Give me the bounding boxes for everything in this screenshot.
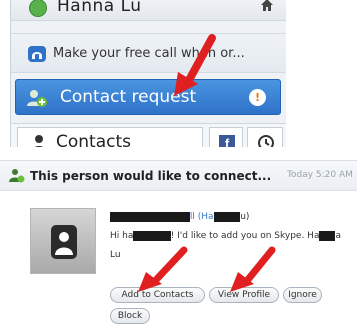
- sidebar-tabs: Contacts f: [11, 123, 286, 147]
- contact-request-label: Contact request: [60, 87, 197, 107]
- contact-request-badge: !: [249, 89, 266, 106]
- request-title: This person would like to connect...: [30, 169, 272, 183]
- add-contact-icon: [9, 169, 25, 183]
- requester-name[interactable]: xxxxxxxxxxxxxxxll (Haxxxxxu): [110, 212, 249, 222]
- facebook-icon: f: [219, 135, 235, 147]
- ignore-button[interactable]: Ignore: [283, 287, 322, 303]
- contact-request-item[interactable]: Contact request !: [15, 79, 281, 115]
- person-icon: [35, 135, 43, 147]
- tab-recent[interactable]: [247, 127, 283, 147]
- request-header: This person would like to connect... Tod…: [0, 161, 357, 191]
- tab-contacts-label: Contacts: [56, 132, 131, 147]
- request-message: Hi haxxxxxxx! I'd like to add you on Sky…: [110, 231, 341, 260]
- skype-sidebar: Hanna Lu Make your free call when or... …: [10, 0, 286, 147]
- contact-request-panel: This person would like to connect... Tod…: [0, 160, 357, 334]
- block-button[interactable]: Block: [110, 308, 150, 324]
- promo-banner[interactable]: Make your free call when or...: [11, 33, 286, 73]
- person-icon: [51, 225, 77, 259]
- add-contact-icon: [27, 90, 47, 107]
- home-icon[interactable]: [259, 0, 275, 13]
- view-profile-button[interactable]: View Profile: [209, 287, 279, 303]
- avatar[interactable]: [30, 208, 96, 274]
- promo-text: Make your free call when or...: [53, 46, 245, 61]
- tab-contacts[interactable]: Contacts: [17, 127, 203, 147]
- tab-facebook[interactable]: f: [209, 127, 243, 147]
- profile-row[interactable]: Hanna Lu: [11, 0, 286, 21]
- add-to-contacts-button[interactable]: Add to Contacts: [110, 287, 205, 303]
- request-timestamp: Today 5:20 AM: [287, 170, 353, 180]
- skype-icon: [28, 46, 46, 62]
- profile-name: Hanna Lu: [57, 0, 142, 16]
- requester-handle: ll (Ha: [189, 212, 214, 222]
- clock-icon: [258, 135, 274, 147]
- requester-name-end: u): [240, 212, 250, 222]
- status-icon[interactable]: [29, 0, 47, 17]
